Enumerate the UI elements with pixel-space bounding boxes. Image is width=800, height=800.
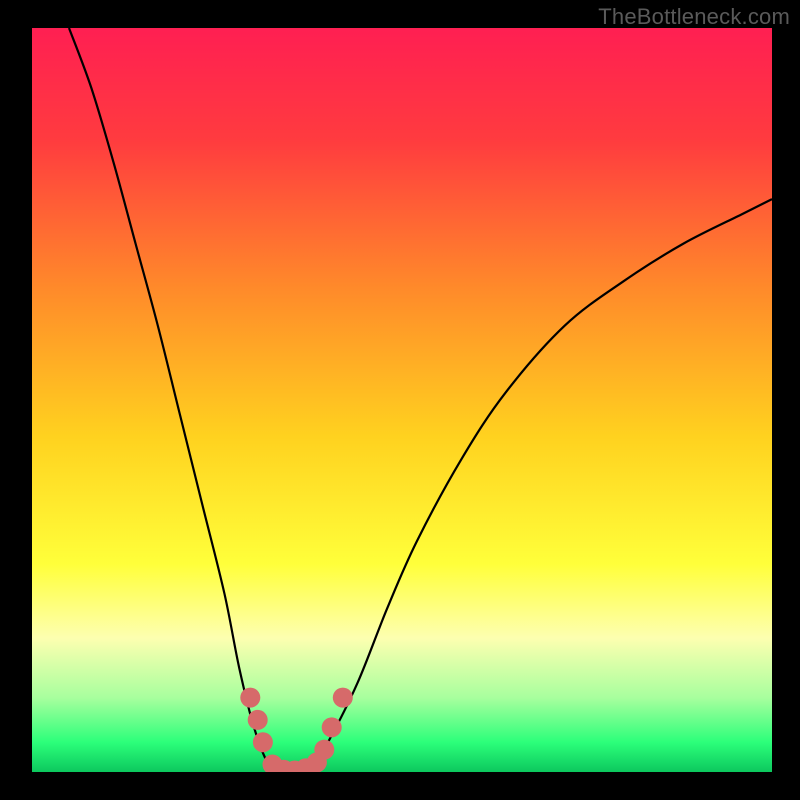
marker-dot — [248, 710, 268, 730]
marker-dot — [314, 740, 334, 760]
bottleneck-chart — [0, 0, 800, 800]
marker-dot — [253, 732, 273, 752]
chart-frame: TheBottleneck.com — [0, 0, 800, 800]
marker-dot — [333, 688, 353, 708]
marker-dot — [240, 688, 260, 708]
gradient-background — [32, 28, 772, 772]
marker-dot — [322, 717, 342, 737]
watermark-text: TheBottleneck.com — [598, 4, 790, 30]
